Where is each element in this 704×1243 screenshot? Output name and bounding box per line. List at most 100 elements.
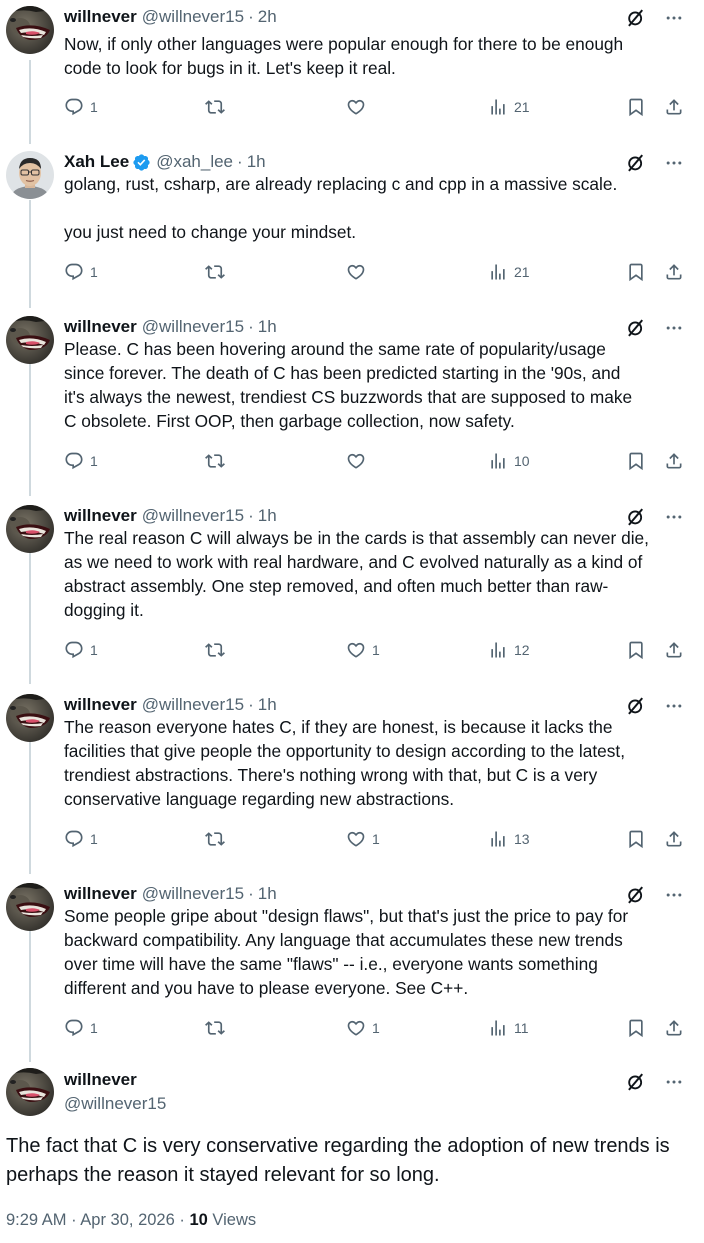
avatar[interactable]: [6, 505, 54, 553]
views-bar-icon: [488, 262, 508, 282]
views-button[interactable]: 10: [488, 449, 530, 473]
repost-button[interactable]: [205, 260, 231, 284]
views-button[interactable]: 21: [488, 95, 530, 119]
bookmark-button[interactable]: [626, 95, 646, 119]
repost-icon: [205, 829, 225, 849]
more-options-icon[interactable]: [664, 696, 684, 716]
like-button[interactable]: 1: [346, 827, 380, 851]
repost-icon: [205, 640, 225, 660]
author-name[interactable]: willnever: [64, 695, 137, 715]
reply-button[interactable]: 1: [64, 1016, 98, 1040]
reply-button[interactable]: 1: [64, 638, 98, 662]
tweet-actions: 1 1 11: [64, 1016, 688, 1040]
views-button[interactable]: 12: [488, 638, 530, 662]
author-name[interactable]: willnever: [64, 317, 137, 337]
share-icon: [664, 829, 684, 849]
timestamp[interactable]: 9:29 AM · Apr 30, 2026 ·: [6, 1211, 189, 1229]
grok-icon[interactable]: [626, 8, 646, 28]
reply-icon: [64, 451, 84, 471]
more-options-icon[interactable]: [664, 885, 684, 905]
grok-icon[interactable]: [626, 318, 646, 338]
more-options-icon[interactable]: [664, 8, 684, 28]
more-options-icon[interactable]: [664, 318, 684, 338]
views-button[interactable]: 13: [488, 827, 530, 851]
share-icon: [664, 451, 684, 471]
avatar[interactable]: [6, 6, 54, 54]
reply-button[interactable]: 1: [64, 449, 98, 473]
avatar[interactable]: [6, 883, 54, 931]
reply-icon: [64, 1018, 84, 1038]
reply-tweet[interactable]: willnever @willnever15 · 1h The reason e…: [0, 688, 704, 867]
like-button[interactable]: 1: [346, 638, 380, 662]
avatar[interactable]: [6, 1068, 54, 1116]
repost-button[interactable]: [205, 95, 231, 119]
tweet-time[interactable]: 1h: [258, 317, 277, 337]
tweet-time[interactable]: 1h: [258, 695, 277, 715]
tweet-header: willnever @willnever15 · 1h: [64, 694, 277, 716]
grok-icon[interactable]: [626, 1072, 646, 1092]
reply-tweet[interactable]: willnever @willnever15 · 1h The real rea…: [0, 499, 704, 678]
author-handle[interactable]: @willnever15: [142, 884, 244, 904]
share-button[interactable]: [664, 827, 684, 851]
tweet-time[interactable]: 1h: [247, 152, 266, 172]
tweet-time[interactable]: 2h: [258, 7, 277, 27]
author-handle[interactable]: @willnever15: [142, 7, 244, 27]
views-count: 21: [514, 99, 530, 115]
grok-icon[interactable]: [626, 885, 646, 905]
more-options-icon[interactable]: [664, 1072, 684, 1092]
author-handle[interactable]: @willnever15: [142, 506, 244, 526]
avatar[interactable]: [6, 316, 54, 364]
share-button[interactable]: [664, 638, 684, 662]
author-name[interactable]: willnever: [64, 7, 137, 27]
author-handle[interactable]: @xah_lee: [156, 152, 233, 172]
author-name[interactable]: willnever: [64, 1070, 137, 1090]
views-button[interactable]: 21: [488, 260, 530, 284]
reply-tweet[interactable]: willnever @willnever15 · 1h Some people …: [0, 877, 704, 1056]
share-button[interactable]: [664, 95, 684, 119]
more-options-icon[interactable]: [664, 153, 684, 173]
grok-icon[interactable]: [626, 507, 646, 527]
repost-button[interactable]: [205, 638, 231, 662]
bookmark-icon: [626, 262, 646, 282]
bookmark-button[interactable]: [626, 827, 646, 851]
bookmark-button[interactable]: [626, 638, 646, 662]
like-button[interactable]: [346, 95, 372, 119]
tweet-text: The reason everyone hates C, if they are…: [64, 717, 626, 809]
author-handle[interactable]: @willnever15: [142, 317, 244, 337]
author-name[interactable]: willnever: [64, 884, 137, 904]
like-button[interactable]: 1: [346, 1016, 380, 1040]
views-button[interactable]: 11: [488, 1016, 529, 1040]
reply-button[interactable]: 1: [64, 260, 98, 284]
avatar[interactable]: [6, 694, 54, 742]
reply-button[interactable]: 1: [64, 95, 98, 119]
like-button[interactable]: [346, 260, 372, 284]
tweet-time[interactable]: 1h: [258, 506, 277, 526]
repost-button[interactable]: [205, 827, 231, 851]
tweet-actions: 1 21: [64, 260, 688, 284]
views-count: 10: [514, 453, 530, 469]
share-button[interactable]: [664, 449, 684, 473]
share-button[interactable]: [664, 260, 684, 284]
grok-icon[interactable]: [626, 696, 646, 716]
reply-button[interactable]: 1: [64, 827, 98, 851]
bookmark-button[interactable]: [626, 260, 646, 284]
repost-button[interactable]: [205, 449, 231, 473]
like-button[interactable]: [346, 449, 372, 473]
avatar[interactable]: [6, 151, 54, 199]
more-options-icon[interactable]: [664, 507, 684, 527]
author-name[interactable]: Xah Lee: [64, 152, 129, 172]
repost-icon: [205, 451, 225, 471]
author-name[interactable]: willnever: [64, 506, 137, 526]
repost-button[interactable]: [205, 1016, 231, 1040]
share-button[interactable]: [664, 1016, 684, 1040]
bookmark-button[interactable]: [626, 1016, 646, 1040]
bookmark-button[interactable]: [626, 449, 646, 473]
reply-tweet[interactable]: willnever @willnever15 · 2h Now, if only…: [0, 0, 704, 135]
grok-icon[interactable]: [626, 153, 646, 173]
reply-tweet[interactable]: willnever @willnever15 · 1h Please. C ha…: [0, 310, 704, 489]
author-handle[interactable]: @willnever15: [142, 695, 244, 715]
reply-tweet[interactable]: Xah Lee @xah_lee · 1h golang, rust, csha…: [0, 145, 704, 300]
tweet-time[interactable]: 1h: [258, 884, 277, 904]
tweet-actions: 1 1 13: [64, 827, 688, 851]
author-handle[interactable]: @willnever15: [64, 1094, 166, 1114]
